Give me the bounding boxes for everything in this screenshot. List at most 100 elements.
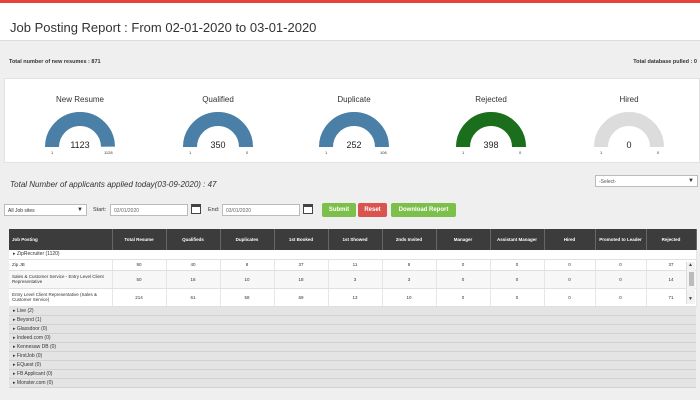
source-group[interactable]: ▸ Indeed.com (0) [9,333,696,343]
table-row[interactable]: Zip JB 90 40 8 37 11 8 0 0 0 0 37 [9,259,697,271]
table-cell: 18 [274,270,329,289]
column-header[interactable]: 2nds Invited [382,229,437,250]
gauge-value: 0 [626,140,632,150]
gauge-label: Qualified [202,95,234,104]
source-group-label: ▸ Glassdoor (0) [9,324,696,334]
start-label: Start: [93,207,107,213]
table-cell: 0 [436,259,491,271]
source-group[interactable]: ▸ Beyond (1) [9,315,696,325]
gauge-max: 0 [519,150,522,155]
submit-button[interactable]: Submit [322,203,356,217]
reset-button[interactable]: Reset [358,203,387,217]
table-cell: 0 [544,288,596,307]
column-header[interactable]: Total Resume [112,229,167,250]
total-database-pulled: Total database pulled : 0 [633,59,697,65]
source-group[interactable]: ▸ Monster.com (0) [9,378,696,388]
page-header: Job Posting Report : From 02-01-2020 to … [0,3,700,41]
column-header[interactable]: Promoted to Leader [595,229,647,250]
gauge-max: 106 [380,150,387,155]
download-report-button[interactable]: Download Report [391,203,456,217]
gauge-label: Hired [619,95,639,104]
column-header[interactable]: Manager [436,229,491,250]
scroll-thumb[interactable] [689,272,694,286]
job-posting-table: Job Posting Total Resume Qualifieds Dupl… [9,229,697,388]
table-header-row: Job Posting Total Resume Qualifieds Dupl… [9,229,697,250]
calendar-icon[interactable] [303,204,313,214]
job-sites-select-value: All Job sites [8,208,35,214]
table-cell: 16 [166,270,221,289]
table-cell: 10 [220,270,275,289]
filter-bar: All Job sites ▼ Start: 02/01/2020 End: 0… [0,202,700,218]
source-group-label: ▸ FirstJob (0) [9,351,696,361]
source-group[interactable]: ▸ Live (2) [9,306,696,316]
gauge-min: 1 [600,150,603,155]
table-cell: 13 [328,288,383,307]
gauge-value: 398 [483,140,499,150]
column-header[interactable]: Assistant Manager [490,229,545,250]
chevron-down-icon: ▼ [688,178,694,184]
table-cell: 0 [490,259,545,271]
job-posting-name: Sales & Customer Service - Entry Level C… [9,270,113,289]
total-new-resumes: Total number of new resumes : 871 [9,59,101,65]
column-header[interactable]: Rejected [646,229,697,250]
job-posting-name: Zip JB [9,259,113,271]
column-header[interactable]: 1st Showed [328,229,383,250]
source-group[interactable]: ▸ Glassdoor (0) [9,324,696,334]
source-group-label: ▸ Beyond (1) [9,315,696,325]
column-header[interactable]: Qualifieds [166,229,221,250]
gauge-min: 1 [51,150,54,155]
source-group-label: ▸ ZipRecruiter (1120) [9,250,697,260]
table-cell: 0 [436,270,491,289]
table-cell: 0 [595,270,647,289]
gauges-panel: New Resume 1123 1 1128 Qualified 350 1 0… [4,78,700,163]
end-date-input[interactable]: 03/01/2020 [222,204,300,216]
table-cell: 214 [112,288,167,307]
column-header[interactable]: 1st Booked [274,229,329,250]
gauge-max: 1128 [104,150,113,155]
chevron-down-icon: ▼ [77,207,83,213]
page-title: Job Posting Report : From 02-01-2020 to … [10,20,317,35]
source-group-ziprecruiter[interactable]: ▸ ZipRecruiter (1120) [9,250,697,260]
source-group-label: ▸ EQuest (0) [9,360,696,370]
source-group-label: ▸ Monster.com (0) [9,378,696,388]
gauge-duplicate: Duplicate 252 1 106 [304,79,404,164]
totals-bar: Total number of new resumes : 871 Total … [0,56,700,70]
table-row[interactable]: Entry Level Client Representative (Sales… [9,288,697,307]
table-cell: 58 [220,288,275,307]
gauge-min: 1 [325,150,328,155]
table-cell: 0 [544,259,596,271]
start-date-input[interactable]: 02/01/2020 [110,204,188,216]
table-cell: 61 [166,288,221,307]
table-cell: 50 [112,270,167,289]
table-cell: 40 [166,259,221,271]
gauge-qualified: Qualified 350 1 0 [168,79,268,164]
column-header[interactable]: Hired [544,229,596,250]
gauge-max: 0 [657,150,660,155]
end-label: End: [208,207,220,213]
table-cell: 8 [220,259,275,271]
source-group-label: ▸ FB Applicant (0) [9,369,696,379]
job-sites-select[interactable]: All Job sites ▼ [4,204,87,216]
table-scrollbar[interactable]: ▲ ▼ [686,262,695,304]
source-group[interactable]: ▸ FB Applicant (0) [9,369,696,379]
gauge-max: 0 [246,150,249,155]
table-row[interactable]: Sales & Customer Service - Entry Level C… [9,270,697,289]
report-select[interactable]: -Select- ▼ [595,175,698,187]
gauge-min: 1 [189,150,192,155]
source-group[interactable]: ▸ EQuest (0) [9,360,696,370]
scroll-down-icon[interactable]: ▼ [688,296,693,302]
source-group[interactable]: ▸ FirstJob (0) [9,351,696,361]
gauge-rejected: Rejected 398 1 0 [441,79,541,164]
scroll-up-icon[interactable]: ▲ [688,262,693,268]
calendar-icon[interactable] [191,204,201,214]
job-posting-name: Entry Level Client Representative (Sales… [9,288,113,307]
column-header[interactable]: Duplicates [220,229,275,250]
column-header[interactable]: Job Posting [9,229,113,250]
gauge-label: Rejected [475,95,507,104]
table-cell: 11 [328,259,383,271]
table-cell: 8 [382,259,437,271]
source-group[interactable]: ▸ Kennesaw DB (0) [9,342,696,352]
source-group-label: ▸ Kennesaw DB (0) [9,342,696,352]
gauge-label: New Resume [55,95,104,104]
table-cell: 0 [544,270,596,289]
